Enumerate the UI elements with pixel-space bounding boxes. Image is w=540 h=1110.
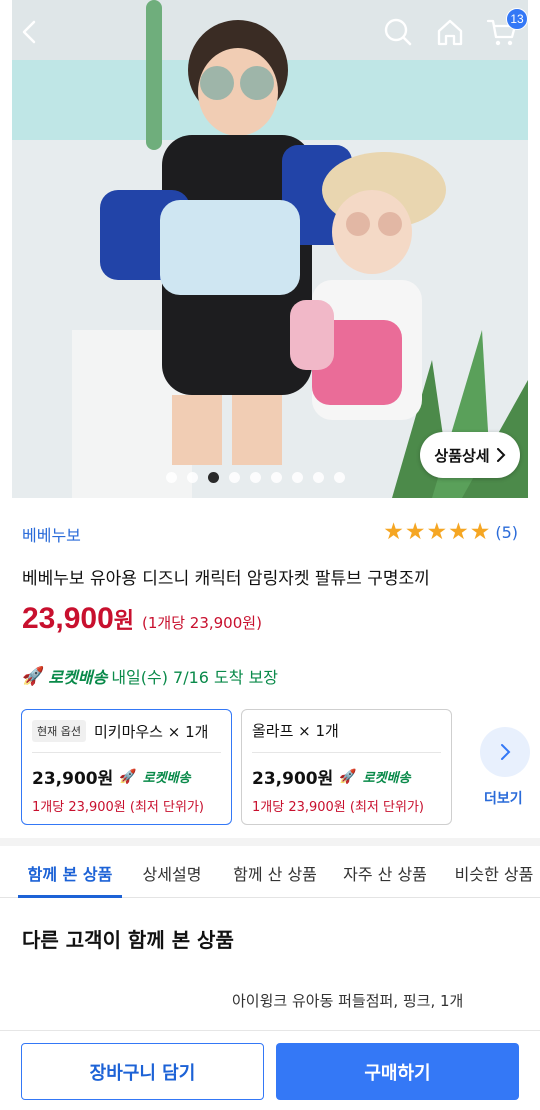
brand-link[interactable]: 베베누보 [22,522,81,546]
tab-bar: 함께 본 상품 상세설명 함께 산 상품 자주 산 상품 비슷한 상품 [0,848,540,898]
pagination-dot[interactable] [270,472,282,483]
option-card-mickey[interactable]: 현재 옵션 미키마우스 × 1개 23,900원 🚀 로켓배송 1개당 23,9… [21,709,232,825]
star-icon: ★ [383,519,404,545]
section-divider [0,838,540,846]
review-count[interactable]: (5) [495,523,518,542]
option-unit-price: 1개당 23,900원 (최저 단위가) [252,800,424,815]
option-divider [252,752,441,753]
product-detail-label: 상품상세 [434,446,490,465]
pagination-dot[interactable] [333,472,345,483]
unit-price: (1개당 23,900원) [142,614,262,632]
price-block: 23,900원 (1개당 23,900원) [22,602,262,636]
star-icon: ★ [448,519,469,545]
tab-0[interactable]: 함께 본 상품 [16,848,124,898]
option-price: 23,900원 [32,769,114,789]
search-button[interactable] [378,12,418,52]
rocket-icon: 🚀 [339,768,357,785]
tab-3[interactable]: 자주 산 상품 [330,848,440,897]
home-icon [437,19,463,46]
more-options-button[interactable] [480,727,530,777]
delivery-info: 🚀 로켓배송 내일(수) 7/16 도착 보장 [22,664,278,688]
option-unit-price: 1개당 23,900원 (최저 단위가) [32,800,204,815]
rocket-delivery-badge: 로켓배송 [48,668,108,687]
option-name: 올라프 × 1개 [252,722,339,740]
home-button[interactable] [430,12,470,52]
delivery-date: 내일(수) 7/16 도착 보장 [111,668,279,687]
star-icon: ★ [426,519,448,545]
product-detail-button[interactable]: 상품상세 [420,432,520,478]
option-rocket-badge: 로켓배송 [362,771,411,786]
tab-4[interactable]: 비슷한 상품 [440,848,540,897]
back-arrow-icon [22,20,36,44]
option-divider [32,752,221,753]
product-photo [12,0,528,498]
cart-count-badge: 13 [506,8,528,30]
pagination-dot[interactable] [207,472,219,483]
option-card-olaf[interactable]: 올라프 × 1개 23,900원 🚀 로켓배송 1개당 23,900원 (최저 … [241,709,452,825]
back-button[interactable] [10,12,50,52]
chevron-right-icon [501,744,511,760]
pagination-dot[interactable] [228,472,240,483]
price-value: 23,900원 [22,602,135,635]
pagination-dot[interactable] [312,472,324,483]
product-title: 베베누보 유아용 디즈니 캐릭터 암링자켓 팔튜브 구명조끼 [22,569,430,589]
tab-2[interactable]: 함께 산 상품 [220,848,330,897]
top-bar: 13 [0,0,540,64]
tab-1[interactable]: 상세설명 [124,848,220,897]
option-rocket-badge: 로켓배송 [142,771,191,786]
pagination-dot[interactable] [249,472,261,483]
option-price: 23,900원 [252,769,334,789]
pagination-dot[interactable] [291,472,303,483]
star-icon: ★ [469,519,491,545]
section-title: 다른 고객이 함께 본 상품 [22,928,234,952]
product-image[interactable] [12,0,528,498]
rocket-icon: 🚀 [119,768,137,785]
current-option-tag: 현재 옵션 [32,720,86,742]
add-to-cart-button[interactable]: 장바구니 담기 [21,1043,264,1100]
bottom-action-bar: 장바구니 담기 구매하기 [0,1030,540,1110]
pagination-dot[interactable] [165,472,177,483]
rocket-icon: 🚀 [22,665,45,687]
option-name: 미키마우스 × 1개 [93,722,209,741]
chevron-right-icon [496,448,506,462]
recommended-item-name[interactable]: 아이윙크 유아동 퍼들점퍼, 핑크, 1개 [232,990,463,1011]
search-icon [384,18,412,46]
buy-now-button[interactable]: 구매하기 [276,1043,519,1100]
star-icon: ★ [404,519,426,545]
more-options-label[interactable]: 더보기 [484,788,523,808]
pagination-dot[interactable] [186,472,198,483]
rating[interactable]: ★ ★ ★ ★ ★ (5) [383,520,518,544]
